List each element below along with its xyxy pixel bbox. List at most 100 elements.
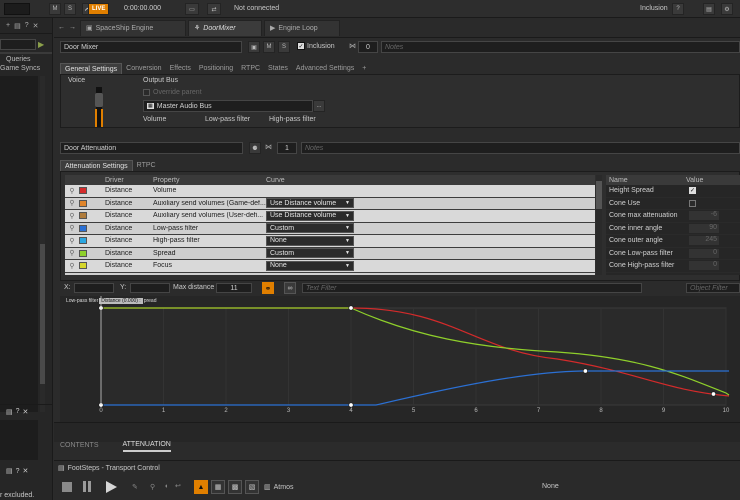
- connect-icon[interactable]: ⇄: [207, 3, 221, 15]
- curve-color-swatch[interactable]: [79, 224, 87, 232]
- color-icon[interactable]: ▣: [248, 41, 260, 53]
- curve-type-select[interactable]: Use Distance volume ▼: [266, 210, 354, 221]
- tab-advanced-settings[interactable]: Advanced Settings: [292, 63, 358, 74]
- fullscreen-icon[interactable]: ▭: [185, 3, 199, 15]
- inclusion-checkbox[interactable]: ✓: [297, 42, 305, 50]
- tab-door-mixer[interactable]: ⚘ DoorMixer: [188, 19, 262, 36]
- close-icon[interactable]: ✕: [23, 467, 29, 475]
- tab-attenuation-settings[interactable]: Attenuation Settings: [60, 160, 133, 171]
- property-checkbox[interactable]: ✓: [689, 187, 696, 195]
- curve-row[interactable]: ⚲ Distance Auxiliary send volumes (Game-de…: [65, 197, 595, 210]
- pause-button[interactable]: [83, 481, 91, 492]
- attenuation-notes-field[interactable]: Notes: [301, 142, 740, 154]
- pin-icon[interactable]: ⚲: [65, 249, 79, 257]
- curve-row[interactable]: ⚲ Distance Auxiliary send volumes (User-de…: [65, 210, 595, 223]
- tab-rtpc[interactable]: RTPC: [237, 63, 264, 74]
- pin-icon[interactable]: ⚲: [65, 262, 79, 270]
- stop-button[interactable]: [62, 482, 72, 492]
- solo-button[interactable]: S: [278, 41, 290, 53]
- help-button[interactable]: ?: [672, 3, 684, 15]
- curve-color-swatch[interactable]: [79, 237, 87, 245]
- back-arrow-icon[interactable]: ←: [58, 24, 65, 31]
- shareset-icon[interactable]: ⚈: [249, 142, 261, 154]
- tab-general-settings[interactable]: General Settings: [60, 63, 123, 74]
- help-icon[interactable]: ?: [25, 22, 29, 29]
- curve-graph-svg[interactable]: 0 1 2 3 4 5 6 7 8 9 10: [60, 296, 740, 422]
- help-icon[interactable]: ?: [16, 408, 20, 415]
- states-icon[interactable]: ▩: [228, 480, 242, 494]
- curve-row[interactable]: ⚲ Distance Spread Custom ▼: [65, 247, 595, 260]
- tab-attenuation[interactable]: ATTENUATION: [122, 441, 171, 452]
- forward-icon[interactable]: ▶: [38, 40, 44, 49]
- curve-row[interactable]: ⚲ Distance Focus None ▼: [65, 260, 595, 273]
- notes-field[interactable]: Notes: [381, 41, 740, 53]
- curve-color-swatch[interactable]: [79, 199, 87, 207]
- tab-spaceship-engine[interactable]: ▣ SpaceShip Engine: [80, 19, 186, 36]
- explorer-item-game-syncs[interactable]: Game Syncs: [0, 65, 52, 72]
- property-value[interactable]: 0: [689, 248, 719, 258]
- attenuation-name-field[interactable]: Door Attenuation: [60, 142, 243, 154]
- close-icon[interactable]: ✕: [33, 22, 39, 30]
- solo-button[interactable]: S: [64, 3, 76, 15]
- brush-icon[interactable]: ✎: [132, 483, 138, 491]
- tab-attenuation-rtpc[interactable]: RTPC: [133, 160, 160, 171]
- column-driver[interactable]: Driver: [105, 177, 153, 184]
- explorer-item-queries[interactable]: Queries: [0, 56, 52, 63]
- listener-icon[interactable]: ⚲: [150, 483, 155, 491]
- tab-positioning[interactable]: Positioning: [195, 63, 237, 74]
- tab-engine-loop[interactable]: ▶ Engine Loop: [264, 19, 340, 36]
- column-curve[interactable]: Curve: [266, 177, 356, 184]
- property-checkbox[interactable]: [689, 199, 696, 207]
- pin-icon[interactable]: ⚲: [65, 237, 79, 245]
- mute-button[interactable]: M: [49, 3, 61, 15]
- curve-row[interactable]: ⚲ Distance Low-pass filter Custom ▼: [65, 222, 595, 235]
- property-value[interactable]: 245: [689, 236, 719, 246]
- secondary-list[interactable]: [0, 420, 38, 460]
- tab-conversion[interactable]: Conversion: [122, 63, 165, 74]
- help-icon[interactable]: ?: [16, 468, 20, 475]
- tab-contents[interactable]: CONTENTS: [60, 442, 99, 451]
- explorer-list[interactable]: [0, 76, 38, 412]
- curve-type-select[interactable]: None ▼: [266, 260, 354, 271]
- game-object-icon[interactable]: ▲: [194, 480, 208, 494]
- share-icon[interactable]: ⋈: [349, 42, 356, 50]
- table-scrollbar[interactable]: [596, 175, 602, 275]
- switches-icon[interactable]: ▧: [245, 480, 259, 494]
- curve-type-select[interactable]: Use Distance volume ▼: [266, 198, 354, 209]
- explorer-scrollbar[interactable]: [40, 76, 45, 412]
- play-icon[interactable]: [106, 481, 117, 493]
- curve-color-swatch[interactable]: [79, 187, 87, 195]
- share-icon[interactable]: ⋈: [265, 143, 272, 151]
- max-distance-field[interactable]: 11: [216, 283, 252, 293]
- property-value[interactable]: -6: [689, 211, 719, 221]
- chain-icon[interactable]: ∞: [284, 282, 296, 294]
- mute-button[interactable]: M: [263, 41, 275, 53]
- column-value[interactable]: Value: [686, 177, 726, 184]
- column-name[interactable]: Name: [606, 177, 686, 184]
- pin-icon[interactable]: ⚲: [65, 187, 79, 195]
- object-name-field[interactable]: Door Mixer: [60, 41, 242, 53]
- forward-arrow-icon[interactable]: →: [69, 24, 76, 31]
- y-value-field[interactable]: [130, 283, 170, 293]
- pin-icon[interactable]: ⚲: [65, 224, 79, 232]
- curve-type-select[interactable]: None ▼: [266, 235, 354, 246]
- attenuation-graph[interactable]: 0 1 2 3 4 5 6 7 8 9 10 Low-pass filter Distance (0…: [60, 296, 740, 422]
- menu-icon[interactable]: ▤: [6, 467, 13, 475]
- property-value[interactable]: 90: [689, 223, 719, 233]
- pin-icon[interactable]: ⚲: [65, 212, 79, 220]
- override-parent-checkbox[interactable]: [143, 89, 150, 96]
- property-value[interactable]: 0: [689, 261, 719, 271]
- menu-icon[interactable]: ▤: [6, 408, 13, 416]
- menu-icon[interactable]: ▤: [14, 22, 21, 30]
- volume-knob-icon[interactable]: [91, 85, 107, 129]
- curve-color-swatch[interactable]: [79, 212, 87, 220]
- output-none[interactable]: None: [542, 483, 559, 490]
- live-button[interactable]: LIVE: [88, 3, 110, 15]
- output-bus-field[interactable]: ▦ Master Audio Bus: [143, 100, 313, 112]
- add-tab-button[interactable]: +: [358, 63, 370, 74]
- back-icon[interactable]: ↩: [175, 482, 181, 490]
- settings-icon[interactable]: ⚙: [721, 3, 733, 15]
- close-icon[interactable]: ✕: [23, 408, 29, 416]
- project-selector[interactable]: [4, 3, 30, 15]
- tab-states[interactable]: States: [264, 63, 292, 74]
